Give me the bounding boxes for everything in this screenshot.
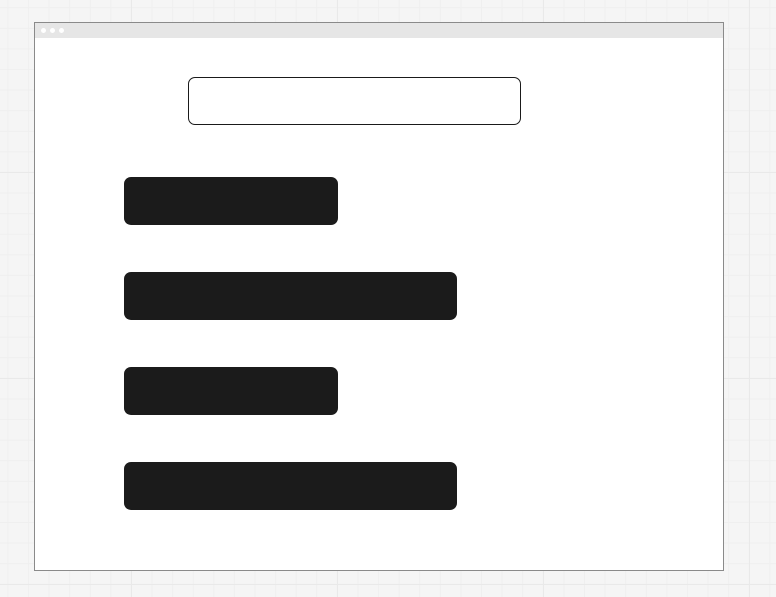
window-title-bar — [35, 23, 723, 38]
window-control-dot[interactable] — [59, 28, 64, 33]
button-1[interactable] — [124, 177, 338, 225]
button-3[interactable] — [124, 367, 338, 415]
app-window — [34, 22, 724, 571]
text-input[interactable] — [188, 77, 521, 125]
button-2[interactable] — [124, 272, 457, 320]
button-4[interactable] — [124, 462, 457, 510]
window-control-dot[interactable] — [50, 28, 55, 33]
window-control-dot[interactable] — [41, 28, 46, 33]
